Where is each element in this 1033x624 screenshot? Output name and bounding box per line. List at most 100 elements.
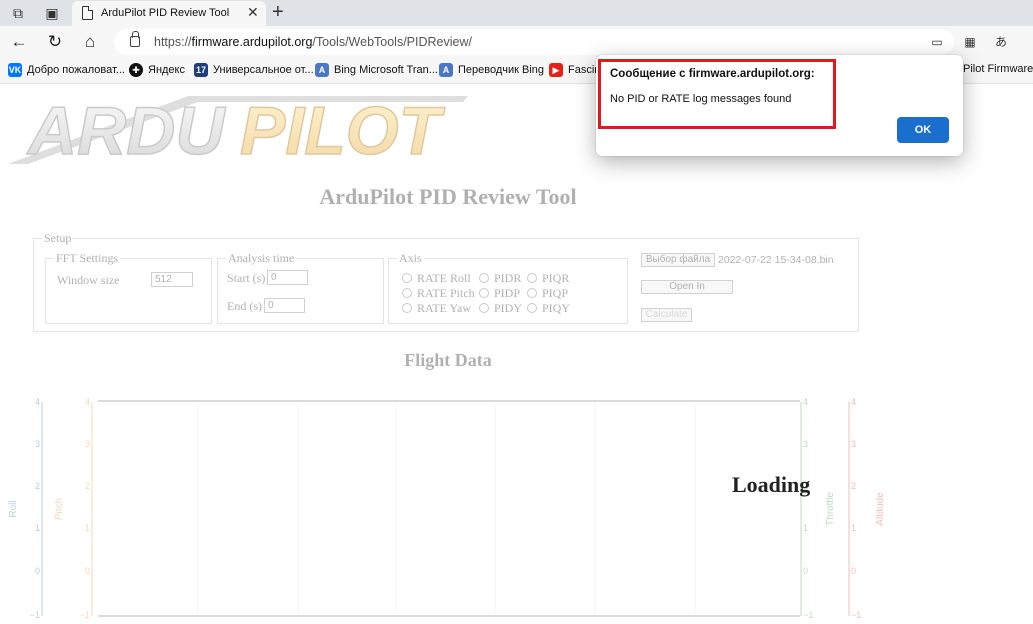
calculate-button[interactable]: Calculate [641,308,692,322]
bookmark-yandex[interactable]: ✚ Яндекс [129,63,185,79]
rate-yaw-radio[interactable] [402,303,412,313]
roll-tick-2: 2 [35,481,40,491]
rate-pitch-radio[interactable] [402,288,412,298]
roll-axis-label: Roll [8,500,19,517]
window-size-input[interactable]: 512 [151,272,193,287]
altitude-tick-1: 1 [851,523,856,533]
altitude-tick-3: 3 [851,439,856,449]
17-icon: 17 [194,63,208,77]
dialog-title: Сообщение с firmware.ardupilot.org: [610,68,815,80]
piqy-radio[interactable] [527,303,537,313]
close-tab-icon[interactable]: ✕ [247,4,259,21]
pitch-tick-neg1: −1 [80,610,90,620]
roll-tick-0: 0 [35,566,40,576]
file-name-text: 2022-07-22 15-34-08.bin [718,254,834,266]
rate-yaw-label: RATE Yaw [417,301,472,315]
pitch-tick-3: 3 [85,439,90,449]
piqp-label: PIQP [542,286,569,300]
fft-settings-fieldset: FFT Settings Window size 512 [45,251,212,324]
analysis-legend: Analysis time [226,251,297,266]
workspaces-icon[interactable]: ⧉ [9,4,27,22]
tab-pid-review[interactable]: ArduPilot PID Review Tool ✕ [72,1,266,26]
new-tab-button[interactable]: + [272,1,284,23]
bookmark-youtube[interactable]: ▶ Fascin [549,63,600,79]
tab-title: ArduPilot PID Review Tool [101,7,230,19]
roll-tick-neg1: −1 [30,610,40,620]
throttle-tick-1: 1 [803,523,808,533]
altitude-axis-label: Altitude [875,492,886,526]
svg-text:PILOT: PILOT [240,93,446,164]
pitch-axis-label: Pitch [54,498,65,520]
throttle-tick-0: 0 [803,566,808,576]
svg-text:ARDU: ARDU [26,93,226,164]
piqr-radio[interactable] [527,273,537,283]
dialog-message: No PID or RATE log messages found [610,93,792,105]
setup-legend: Setup [42,231,74,246]
ok-button[interactable]: OK [897,117,949,143]
rate-pitch-label: RATE Pitch [417,286,475,300]
settings-more-icon[interactable]: ⋮ [1026,34,1033,50]
pidy-radio[interactable] [479,303,489,313]
bookmark-pilot-firmware[interactable]: Pilot Firmware... [963,63,1033,79]
rate-roll-label: RATE Roll [417,271,471,285]
bookmark-bing-translator[interactable]: A Bing Microsoft Tran... [315,63,438,79]
roll-tick-4: 4 [35,397,40,407]
axis-legend: Axis [397,251,424,266]
loading-text: Loading [732,472,811,497]
choose-file-button[interactable]: Выбор файла [641,253,715,267]
url-text[interactable]: https://firmware.ardupilot.org/Tools/Web… [154,35,472,49]
altitude-tick-0: 0 [851,566,856,576]
pitch-tick-0: 0 [85,566,90,576]
apps-grid-icon[interactable]: ▦ [962,34,978,50]
yandex-icon: ✚ [129,63,143,77]
throttle-tick-neg1: −1 [803,610,813,620]
page-title: ArduPilot PID Review Tool [319,184,577,209]
bookmark-universal[interactable]: 17 Универсальное от... [194,63,314,79]
piqy-label: PIQY [542,301,571,315]
pitch-tick-4: 4 [85,397,90,407]
alert-dialog: Сообщение с firmware.ardupilot.org: No P… [596,55,963,156]
address-bar[interactable]: https://firmware.ardupilot.org/Tools/Web… [114,29,954,55]
axis-fieldset: Axis RATE Roll RATE Pitch RATE Yaw PIDR … [388,251,628,324]
open-in-button[interactable]: Open In [641,280,733,294]
vertical-tabs-icon[interactable]: ▣ [43,4,61,22]
end-label: End (s) [227,299,262,313]
altitude-tick-4: 4 [851,397,856,407]
app-available-icon[interactable]: ▭ [929,34,945,50]
pitch-tick-1: 1 [85,523,90,533]
page-content: ARDU PILOT ArduPilot PID Review Tool Set… [0,84,1033,620]
roll-tick-1: 1 [35,523,40,533]
fft-legend: FFT Settings [54,251,121,266]
start-label: Start (s) [227,271,266,285]
pitch-tick-2: 2 [85,481,90,491]
bing-translator-icon: A [439,63,453,77]
refresh-icon[interactable]: ↻ [45,32,65,52]
document-icon [82,6,93,20]
window-size-label: Window size [57,273,120,287]
pidr-radio[interactable] [479,273,489,283]
address-toolbar: ← ↻ ⌂ https://firmware.ardupilot.org/Too… [0,26,1033,58]
bookmark-bing-translate-ru[interactable]: A Переводчик Bing [439,63,544,79]
pidy-label: PIDY [494,301,523,315]
flight-data-chart: 432 10−1 432 10−1 432 10−1 432 10−1 Roll… [8,397,886,620]
lock-icon[interactable] [130,31,140,47]
throttle-tick-3: 3 [803,439,808,449]
pidp-radio[interactable] [479,288,489,298]
analysis-time-fieldset: Analysis time Start (s) 0 End (s) 0 [217,251,384,324]
pidr-label: PIDR [494,271,522,285]
bing-translator-icon: A [315,63,329,77]
bookmark-vk[interactable]: VK Добро пожаловат... [8,63,125,79]
throttle-tick-4: 4 [803,397,808,407]
vk-icon: VK [8,63,22,77]
youtube-icon: ▶ [549,63,563,77]
end-input[interactable]: 0 [264,298,305,313]
read-aloud-icon[interactable]: あ [993,34,1009,50]
home-icon[interactable]: ⌂ [80,32,100,52]
piqp-radio[interactable] [527,288,537,298]
rate-roll-radio[interactable] [402,273,412,283]
throttle-axis-label: Throttle [825,492,836,526]
back-arrow-icon[interactable]: ← [9,32,29,52]
altitude-tick-2: 2 [851,481,856,491]
start-input[interactable]: 0 [267,270,308,285]
altitude-tick-neg1: −1 [851,610,861,620]
